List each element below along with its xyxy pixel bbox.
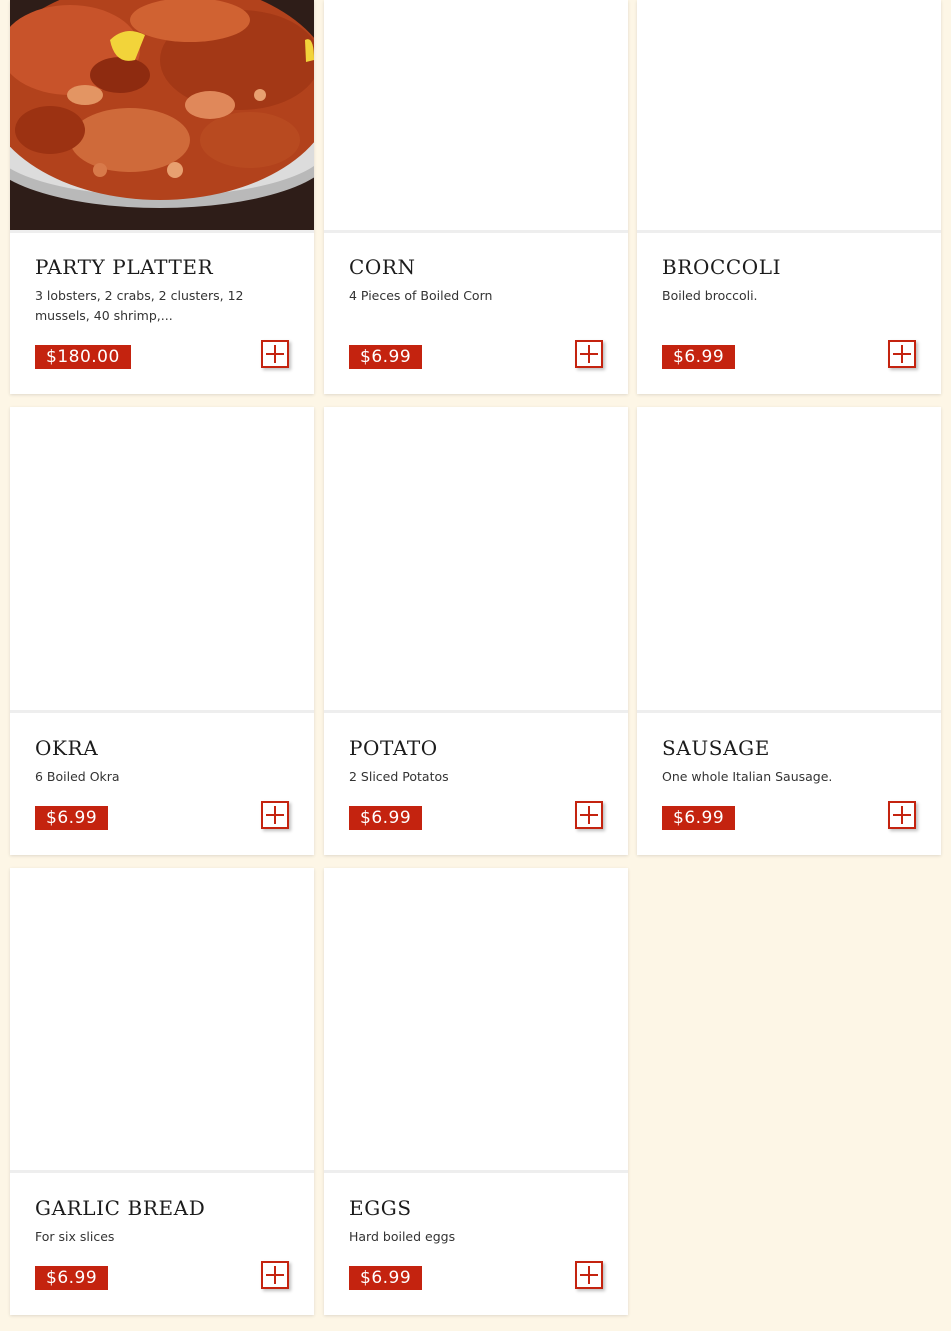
item-title: BROCCOLI <box>662 255 782 279</box>
add-to-cart-button[interactable] <box>261 340 289 368</box>
menu-item-card[interactable]: EGGS Hard boiled eggs $6.99 <box>324 868 628 1315</box>
add-to-cart-button[interactable] <box>261 801 289 829</box>
add-to-cart-button[interactable] <box>575 1261 603 1289</box>
plus-icon <box>893 806 911 824</box>
add-to-cart-button[interactable] <box>888 340 916 368</box>
seafood-boil-photo <box>10 0 314 230</box>
plus-icon <box>893 345 911 363</box>
menu-item-card[interactable]: POTATO 2 Sliced Potatos $6.99 <box>324 407 628 855</box>
item-price: $6.99 <box>662 345 736 369</box>
menu-item-card[interactable]: BROCCOLI Boiled broccoli. $6.99 <box>637 0 941 394</box>
item-price: $6.99 <box>349 1266 423 1290</box>
item-photo[interactable] <box>10 868 314 1173</box>
item-title: PARTY PLATTER <box>35 255 214 279</box>
item-description: Boiled broccoli. <box>662 288 758 303</box>
item-description: 6 Boiled Okra <box>35 769 120 784</box>
item-price: $6.99 <box>35 806 109 830</box>
item-description: 3 lobsters, 2 crabs, 2 clusters, 12 muss… <box>35 288 244 323</box>
item-price: $6.99 <box>662 806 736 830</box>
menu-item-card[interactable]: CORN 4 Pieces of Boiled Corn $6.99 <box>324 0 628 394</box>
item-photo[interactable] <box>324 407 628 713</box>
add-to-cart-button[interactable] <box>575 801 603 829</box>
plus-icon <box>266 806 284 824</box>
item-description: 2 Sliced Potatos <box>349 769 449 784</box>
menu-item-card[interactable]: SAUSAGE One whole Italian Sausage. $6.99 <box>637 407 941 855</box>
add-to-cart-button[interactable] <box>888 801 916 829</box>
item-description: One whole Italian Sausage. <box>662 769 833 784</box>
item-price: $6.99 <box>35 1266 109 1290</box>
item-title: EGGS <box>349 1196 412 1220</box>
plus-icon <box>580 806 598 824</box>
item-description: Hard boiled eggs <box>349 1229 456 1244</box>
item-photo[interactable] <box>10 0 314 233</box>
menu-item-card[interactable]: PARTY PLATTER 3 lobsters, 2 crabs, 2 clu… <box>10 0 314 394</box>
item-title: OKRA <box>35 736 99 760</box>
item-price: $6.99 <box>349 345 423 369</box>
add-to-cart-button[interactable] <box>261 1261 289 1289</box>
plus-icon <box>580 1266 598 1284</box>
item-photo[interactable] <box>637 407 941 713</box>
item-price: $6.99 <box>349 806 423 830</box>
item-price: $180.00 <box>35 345 131 369</box>
item-description: 4 Pieces of Boiled Corn <box>349 288 493 303</box>
menu-item-card[interactable]: GARLIC BREAD For six slices $6.99 <box>10 868 314 1315</box>
item-photo[interactable] <box>10 407 314 713</box>
add-to-cart-button[interactable] <box>575 340 603 368</box>
item-photo[interactable] <box>324 868 628 1173</box>
item-photo[interactable] <box>324 0 628 233</box>
plus-icon <box>266 1266 284 1284</box>
item-title: POTATO <box>349 736 438 760</box>
item-description: For six slices <box>35 1229 115 1244</box>
item-photo[interactable] <box>637 0 941 233</box>
plus-icon <box>266 345 284 363</box>
item-title: GARLIC BREAD <box>35 1196 206 1220</box>
item-title: SAUSAGE <box>662 736 770 760</box>
plus-icon <box>580 345 598 363</box>
item-title: CORN <box>349 255 416 279</box>
menu-item-card[interactable]: OKRA 6 Boiled Okra $6.99 <box>10 407 314 855</box>
